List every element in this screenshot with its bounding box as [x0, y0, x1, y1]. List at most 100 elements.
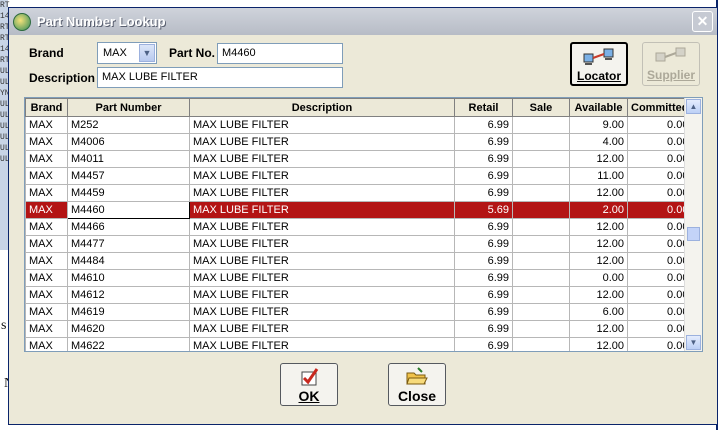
table-cell[interactable] [512, 218, 570, 236]
table-cell[interactable]: 6.99 [454, 320, 513, 338]
table-cell[interactable]: 6.99 [454, 150, 513, 168]
table-cell[interactable] [512, 184, 570, 202]
table-row[interactable]: MAX M4466 MAX LUBE FILTER 6.99 12.00 0.00 [25, 218, 693, 236]
table-row[interactable]: MAX M4619 MAX LUBE FILTER 6.99 6.00 0.00 [25, 303, 693, 321]
table-cell[interactable]: MAX LUBE FILTER [189, 252, 455, 270]
window-close-button[interactable]: ✕ [692, 11, 713, 32]
table-row[interactable]: MAX M4011 MAX LUBE FILTER 6.99 12.00 0.00 [25, 150, 693, 168]
locator-button[interactable]: Locator [570, 42, 628, 86]
table-cell[interactable]: M4457 [67, 167, 190, 185]
table-cell[interactable] [512, 150, 570, 168]
scrollbar-thumb[interactable] [687, 227, 700, 241]
table-cell[interactable]: 0.00 [626, 337, 693, 351]
table-cell[interactable]: MAX LUBE FILTER [189, 269, 455, 287]
table-cell[interactable]: 0.00 [626, 201, 693, 219]
table-cell[interactable]: MAX LUBE FILTER [189, 133, 455, 151]
table-cell[interactable]: M4460 [67, 201, 190, 219]
table-cell[interactable]: 6.99 [454, 184, 513, 202]
column-header[interactable]: Sale [512, 98, 570, 117]
table-row[interactable]: MAX M4612 MAX LUBE FILTER 6.99 12.00 0.00 [25, 286, 693, 304]
table-cell[interactable]: M4006 [67, 133, 190, 151]
table-cell[interactable]: 9.00 [569, 116, 628, 134]
table-cell[interactable]: M4477 [67, 235, 190, 253]
table-cell[interactable]: MAX LUBE FILTER [189, 286, 455, 304]
table-cell[interactable]: MAX [25, 252, 68, 270]
table-cell[interactable]: 0.00 [626, 133, 693, 151]
table-cell[interactable]: M4622 [67, 337, 190, 351]
table-row[interactable]: MAX M4459 MAX LUBE FILTER 6.99 12.00 0.00 [25, 184, 693, 202]
table-cell[interactable]: MAX [25, 337, 68, 351]
table-cell[interactable]: 12.00 [569, 252, 628, 270]
table-cell[interactable]: MAX [25, 133, 68, 151]
table-cell[interactable]: M4484 [67, 252, 190, 270]
table-cell[interactable]: MAX LUBE FILTER [189, 235, 455, 253]
table-cell[interactable]: 5.69 [454, 201, 513, 219]
table-cell[interactable] [512, 303, 570, 321]
table-cell[interactable]: MAX LUBE FILTER [189, 303, 455, 321]
table-cell[interactable]: 0.00 [626, 150, 693, 168]
table-row[interactable]: MAX M4622 MAX LUBE FILTER 6.99 12.00 0.00 [25, 337, 693, 351]
table-row[interactable]: MAX M4620 MAX LUBE FILTER 6.99 12.00 0.00 [25, 320, 693, 338]
table-cell[interactable]: 0.00 [626, 218, 693, 236]
supplier-button[interactable]: Supplier [642, 42, 700, 86]
table-cell[interactable]: 6.99 [454, 116, 513, 134]
table-cell[interactable]: 4.00 [569, 133, 628, 151]
table-cell[interactable] [512, 133, 570, 151]
column-header[interactable]: Available [569, 98, 628, 117]
table-cell[interactable]: MAX [25, 269, 68, 287]
table-cell[interactable]: 6.99 [454, 235, 513, 253]
table-cell[interactable]: M4466 [67, 218, 190, 236]
table-cell[interactable]: 6.99 [454, 218, 513, 236]
table-cell[interactable]: MAX [25, 184, 68, 202]
table-cell[interactable]: 6.00 [569, 303, 628, 321]
table-cell[interactable]: M252 [67, 116, 190, 134]
column-header[interactable]: Brand [25, 98, 68, 117]
column-header[interactable]: Part Number [67, 98, 190, 117]
table-cell[interactable]: 6.99 [454, 269, 513, 287]
table-cell[interactable]: M4619 [67, 303, 190, 321]
table-cell[interactable]: 0.00 [626, 286, 693, 304]
brand-select[interactable]: MAX ▼ [97, 42, 157, 64]
table-row[interactable]: MAX M4457 MAX LUBE FILTER 6.99 11.00 0.00 [25, 167, 693, 185]
table-cell[interactable]: MAX LUBE FILTER [189, 116, 455, 134]
table-cell[interactable]: MAX LUBE FILTER [189, 150, 455, 168]
table-cell[interactable] [512, 269, 570, 287]
vertical-scrollbar[interactable]: ▲ ▼ [684, 98, 702, 351]
table-cell[interactable]: 6.99 [454, 252, 513, 270]
table-cell[interactable]: M4011 [67, 150, 190, 168]
table-cell[interactable]: MAX [25, 286, 68, 304]
title-bar[interactable]: Part Number Lookup ✕ [9, 8, 717, 35]
table-cell[interactable] [512, 116, 570, 134]
table-cell[interactable]: 0.00 [569, 269, 628, 287]
partno-input[interactable]: M4460 [217, 43, 343, 64]
scroll-up-icon[interactable]: ▲ [686, 99, 701, 114]
table-row[interactable]: MAX M4484 MAX LUBE FILTER 6.99 12.00 0.00 [25, 252, 693, 270]
table-cell[interactable]: MAX [25, 167, 68, 185]
table-cell[interactable]: M4620 [67, 320, 190, 338]
table-cell[interactable] [512, 167, 570, 185]
table-cell[interactable]: 12.00 [569, 218, 628, 236]
table-cell[interactable]: 0.00 [626, 116, 693, 134]
table-cell[interactable]: MAX LUBE FILTER [189, 218, 455, 236]
table-cell[interactable]: MAX [25, 235, 68, 253]
table-cell[interactable]: MAX LUBE FILTER [189, 167, 455, 185]
table-cell[interactable]: 2.00 [569, 201, 628, 219]
table-cell[interactable]: MAX [25, 116, 68, 134]
table-cell[interactable]: 11.00 [569, 167, 628, 185]
table-cell[interactable]: 0.00 [626, 252, 693, 270]
table-cell[interactable] [512, 201, 570, 219]
table-row[interactable]: MAX M4006 MAX LUBE FILTER 6.99 4.00 0.00 [25, 133, 693, 151]
table-cell[interactable]: M4459 [67, 184, 190, 202]
table-cell[interactable] [512, 337, 570, 351]
ok-button[interactable]: OK [280, 363, 338, 406]
table-cell[interactable]: 12.00 [569, 337, 628, 351]
table-cell[interactable]: 0.00 [626, 320, 693, 338]
table-row[interactable]: MAX M252 MAX LUBE FILTER 6.99 9.00 0.00 [25, 116, 693, 134]
column-header[interactable]: Description [189, 98, 455, 117]
table-cell[interactable] [512, 286, 570, 304]
table-cell[interactable]: M4612 [67, 286, 190, 304]
table-cell[interactable]: MAX LUBE FILTER [189, 320, 455, 338]
chevron-down-icon[interactable]: ▼ [139, 44, 155, 62]
table-cell[interactable]: 6.99 [454, 133, 513, 151]
parts-grid[interactable]: Brand Part Number Description Retail Sale Ava… [24, 97, 703, 352]
